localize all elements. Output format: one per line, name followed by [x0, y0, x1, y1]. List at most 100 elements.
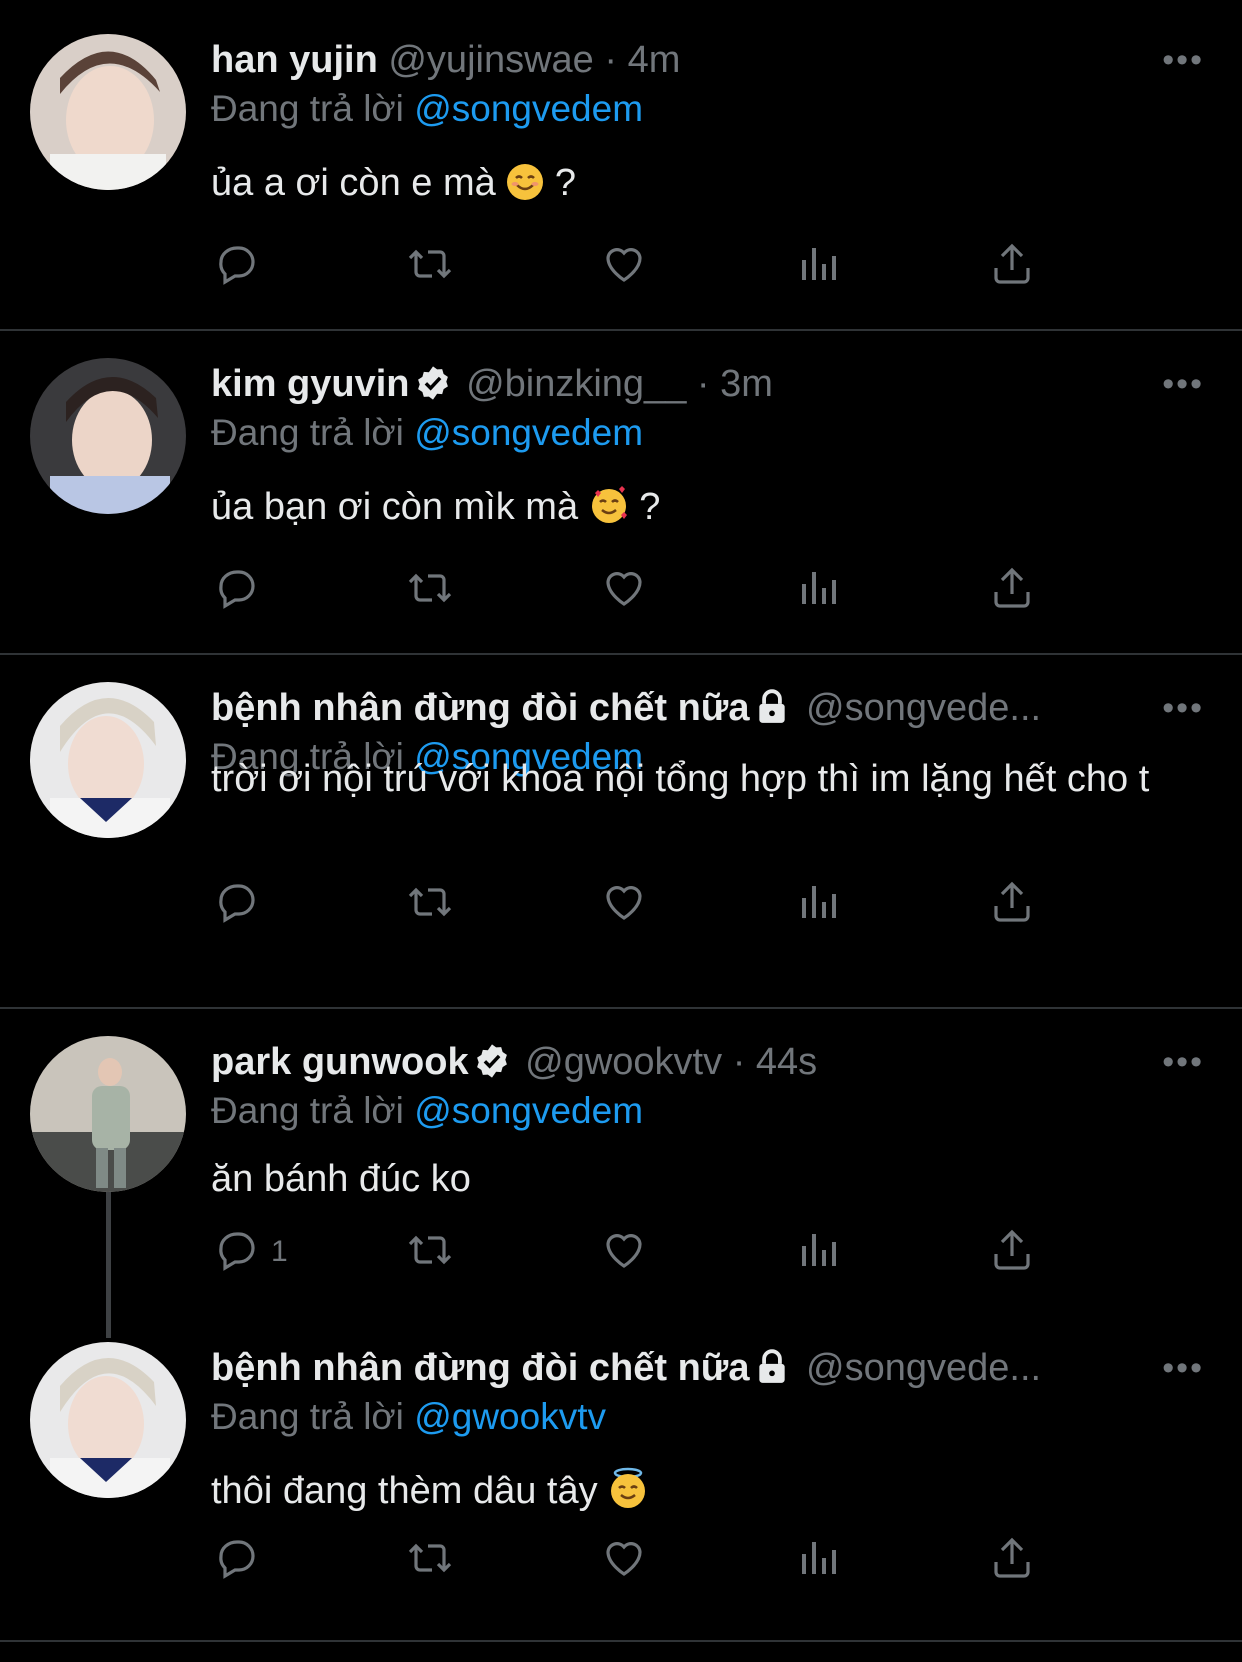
tweet-han-yujin[interactable]: han yujin @yujinswae · 4m ••• Đang trả l… [0, 30, 1242, 320]
views-button[interactable] [794, 1530, 842, 1590]
more-options-button[interactable]: ••• [1162, 30, 1204, 90]
tweet-text: ủa a ơi còn e mà ? [211, 158, 1191, 214]
reply-icon [213, 1534, 261, 1587]
reply-icon [213, 564, 261, 617]
tweet-park-gunwook[interactable]: park gunwook @gwookvtv · 44s ••• Đang tr… [0, 1032, 1242, 1322]
tweet-benh-nhan-1[interactable]: bệnh nhân đừng đòi chết nữa @songvede...… [0, 678, 1242, 1003]
views-button[interactable] [794, 560, 842, 620]
reply-mention-link[interactable]: @songvedem [414, 412, 643, 453]
avatar[interactable] [30, 358, 186, 514]
tweet-text-body: ăn bánh đúc ko [211, 1158, 471, 1200]
lock-icon [753, 1344, 791, 1404]
display-name[interactable]: han yujin [211, 39, 378, 81]
share-button[interactable] [988, 1222, 1036, 1282]
reply-prefix: Đang trả lời [211, 412, 404, 453]
like-button[interactable] [600, 560, 648, 620]
heart-icon [600, 240, 648, 293]
views-button[interactable] [794, 236, 842, 296]
share-icon [988, 878, 1036, 931]
tweet-kim-gyuvin[interactable]: kim gyuvin @binzking__ · 3m ••• Đang trả… [0, 354, 1242, 644]
like-button[interactable] [600, 874, 648, 934]
replying-to: Đang trả lời @songvedem [211, 82, 643, 136]
separator-dot: · [732, 1041, 746, 1083]
share-icon [988, 1534, 1036, 1587]
reply-button[interactable] [213, 874, 261, 934]
tweet-header: park gunwook @gwookvtv · 44s [211, 1032, 817, 1092]
retweet-button[interactable] [406, 874, 454, 934]
tweet-actions [0, 236, 1242, 296]
tweet-header: bệnh nhân đừng đòi chết nữa @songvede... [211, 678, 1041, 738]
views-button[interactable] [794, 874, 842, 934]
tweet-actions: 1 [0, 1222, 1242, 1282]
reply-icon [213, 878, 261, 931]
reply-mention-link[interactable]: @gwookvtv [414, 1396, 606, 1437]
user-handle[interactable]: @yujinswae [388, 39, 593, 81]
heart-icon [600, 1534, 648, 1587]
retweet-icon [406, 878, 454, 931]
separator-dot: · [604, 39, 618, 81]
smiling-face-with-halo-emoji [608, 1467, 648, 1522]
avatar[interactable] [30, 1342, 186, 1498]
like-button[interactable] [600, 236, 648, 296]
timestamp[interactable]: 3m [720, 363, 773, 405]
heart-icon [600, 1226, 648, 1279]
display-name[interactable]: kim gyuvin [211, 363, 410, 405]
avatar[interactable] [30, 34, 186, 190]
divider [0, 1640, 1242, 1642]
views-button[interactable] [794, 1222, 842, 1282]
share-button[interactable] [988, 560, 1036, 620]
reply-prefix: Đang trả lời [211, 1396, 404, 1437]
divider [0, 653, 1242, 655]
lock-icon [753, 684, 791, 744]
tweet-header: han yujin @yujinswae · 4m [211, 30, 680, 90]
retweet-icon [406, 1226, 454, 1279]
tweet-text-suffix: ? [639, 486, 661, 528]
smiling-face-with-hearts-emoji [589, 485, 629, 538]
reply-prefix: Đang trả lời [211, 1090, 404, 1131]
like-button[interactable] [600, 1222, 648, 1282]
reply-button[interactable]: 1 [213, 1222, 288, 1282]
retweet-icon [406, 1534, 454, 1587]
reply-mention-link[interactable]: @songvedem [414, 88, 643, 129]
share-button[interactable] [988, 236, 1036, 296]
user-handle[interactable]: @songvede... [806, 687, 1041, 729]
display-name[interactable]: park gunwook [211, 1041, 469, 1083]
retweet-button[interactable] [406, 560, 454, 620]
divider [0, 329, 1242, 331]
tweet-actions [0, 560, 1242, 620]
tweet-header: bệnh nhân đừng đòi chết nữa @songvede... [211, 1338, 1041, 1398]
timestamp[interactable]: 4m [628, 39, 681, 81]
reply-button[interactable] [213, 560, 261, 620]
user-handle[interactable]: @binzking__ [466, 363, 686, 405]
user-handle[interactable]: @gwookvtv [525, 1041, 722, 1083]
retweet-button[interactable] [406, 236, 454, 296]
share-button[interactable] [988, 1530, 1036, 1590]
more-options-button[interactable]: ••• [1162, 1032, 1204, 1092]
more-options-button[interactable]: ••• [1162, 1338, 1204, 1398]
avatar[interactable] [30, 682, 186, 838]
more-options-button[interactable]: ••• [1162, 678, 1204, 738]
display-name[interactable]: bệnh nhân đừng đòi chết nữa [211, 687, 749, 729]
more-options-button[interactable]: ••• [1162, 354, 1204, 414]
timestamp[interactable]: 44s [756, 1041, 817, 1083]
like-button[interactable] [600, 1530, 648, 1590]
retweet-button[interactable] [406, 1530, 454, 1590]
tweet-text: trời ơi nội trú với khoa nội tổng hợp th… [211, 754, 1171, 804]
analytics-icon [794, 1534, 842, 1587]
analytics-icon [794, 1226, 842, 1279]
replying-to: Đang trả lời @gwookvtv [211, 1390, 606, 1444]
replying-to: Đang trả lời @songvedem [211, 406, 643, 460]
retweet-button[interactable] [406, 1222, 454, 1282]
separator-dot: · [696, 363, 710, 405]
tweet-header: kim gyuvin @binzking__ · 3m [211, 354, 773, 414]
share-icon [988, 564, 1036, 617]
display-name[interactable]: bệnh nhân đừng đòi chết nữa [211, 1347, 749, 1389]
user-handle[interactable]: @songvede... [806, 1347, 1041, 1389]
smiling-face-emoji [506, 163, 544, 214]
avatar[interactable] [30, 1036, 186, 1192]
share-button[interactable] [988, 874, 1036, 934]
reply-button[interactable] [213, 236, 261, 296]
reply-button[interactable] [213, 1530, 261, 1590]
tweet-benh-nhan-2[interactable]: bệnh nhân đừng đòi chết nữa @songvede...… [0, 1338, 1242, 1638]
reply-mention-link[interactable]: @songvedem [414, 1090, 643, 1131]
